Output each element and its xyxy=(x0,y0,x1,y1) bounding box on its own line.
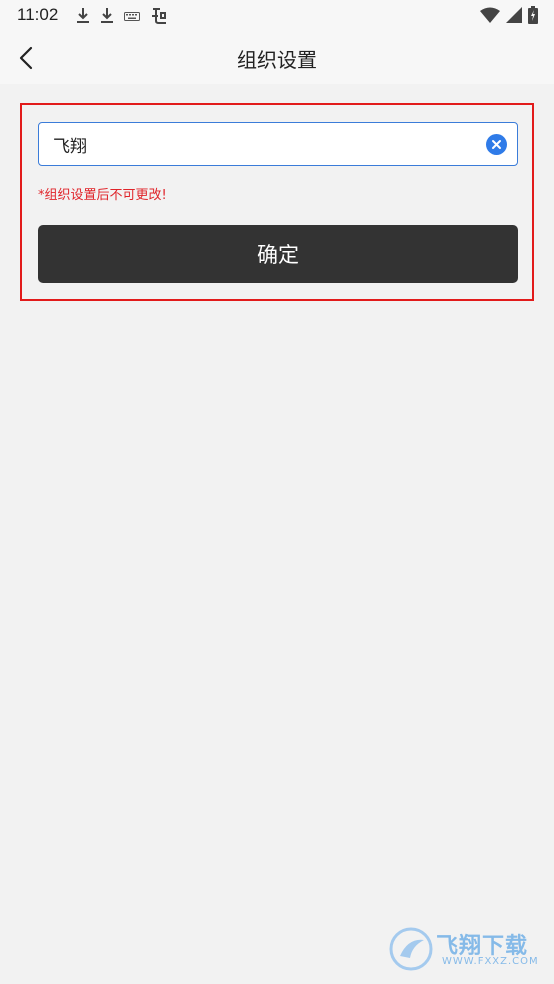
status-time: 11:02 xyxy=(17,5,59,24)
status-icons-right xyxy=(480,6,538,24)
app-icon xyxy=(152,8,166,24)
watermark-url: WWW.FXXZ.COM xyxy=(442,956,539,967)
confirm-button[interactable]: 确定 xyxy=(38,225,518,283)
screen: 11:02 组织设置 飞翔 *组织设置后不可更改! 确定 飞翔下载 WWW.FX… xyxy=(0,0,554,984)
organization-name-input[interactable] xyxy=(53,123,473,165)
status-bar: 11:02 xyxy=(0,0,554,32)
organization-form-panel: *组织设置后不可更改! 确定 xyxy=(20,103,534,301)
keyboard-icon xyxy=(124,12,140,21)
warning-text: *组织设置后不可更改! xyxy=(38,188,167,203)
organization-name-field[interactable] xyxy=(38,122,518,166)
page-title: 组织设置 xyxy=(237,48,317,72)
battery-icon xyxy=(528,6,538,24)
clear-circle-icon xyxy=(492,140,501,149)
watermark-emblem-icon xyxy=(389,927,433,971)
download-icon xyxy=(101,8,113,23)
watermark-logo: 飞翔下载 WWW.FXXZ.COM xyxy=(386,924,546,974)
clear-input-button[interactable] xyxy=(486,134,507,155)
download-icon xyxy=(77,8,89,23)
status-icons-left xyxy=(76,6,168,26)
signal-icon xyxy=(506,7,522,23)
title-bar: 组织设置 xyxy=(0,32,554,84)
wifi-icon xyxy=(480,7,500,23)
